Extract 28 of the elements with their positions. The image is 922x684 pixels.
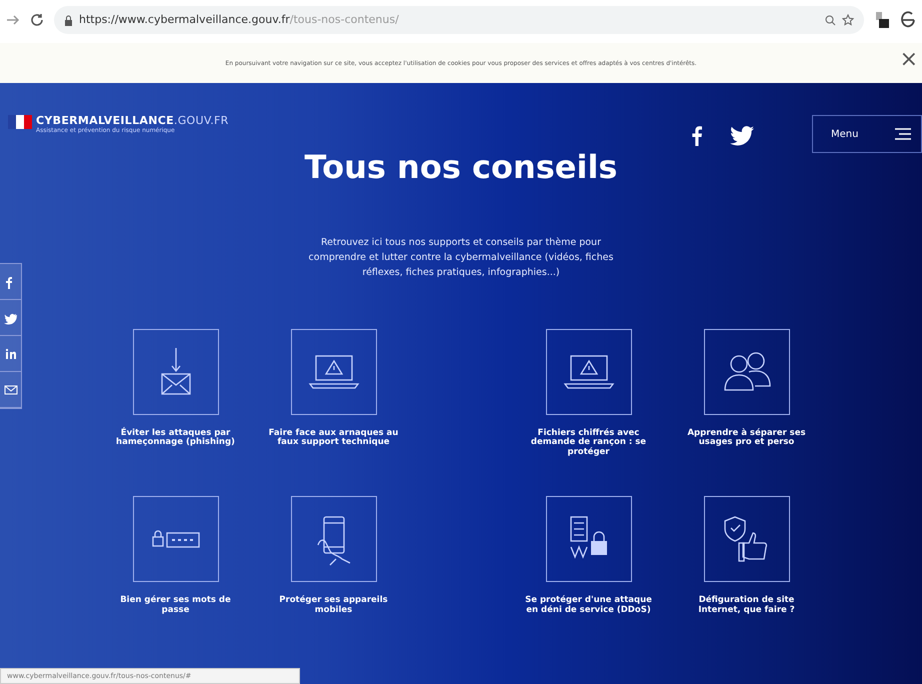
- advice-tile[interactable]: Défiguration de site Internet, que faire ?: [668, 496, 826, 616]
- advice-tile[interactable]: Fichiers chiffrés avec demande de rançon : se protéger: [510, 328, 668, 458]
- menu-button[interactable]: Menu: [812, 115, 922, 153]
- extension-icon[interactable]: [874, 11, 890, 29]
- menu-icon: [895, 128, 911, 140]
- close-button[interactable]: ×: [900, 49, 918, 71]
- linkedin-share-icon[interactable]: [4, 346, 18, 360]
- flag-logo-icon: [8, 115, 32, 129]
- reload-icon[interactable]: [30, 13, 44, 27]
- advice-tile[interactable]: Apprendre à séparer ses usages pro et perso: [668, 328, 826, 458]
- advice-tile[interactable]: Éviter les attaques par hameçonnage (phishing): [96, 328, 254, 458]
- advice-tile[interactable]: Bien gérer ses mots de passe: [96, 496, 254, 616]
- address-bar[interactable]: https://www.cybermalveillance.gouv.fr/tous-nos-contenus/: [54, 6, 864, 34]
- twitter-icon[interactable]: [730, 126, 754, 146]
- password-lock-icon: [152, 530, 200, 548]
- url-text: https://www.cybermalveillance.gouv.fr/tous-nos-contenus/: [79, 12, 399, 28]
- mail-share-icon[interactable]: [4, 382, 18, 396]
- zoom-icon[interactable]: [825, 14, 836, 26]
- logo-title: CYBERMALVEILLANCE.GOUV.FR: [36, 115, 229, 126]
- advice-tile[interactable]: Faire face aux arnaques au faux support technique: [254, 328, 412, 458]
- facebook-icon[interactable]: [692, 126, 702, 146]
- advice-tile[interactable]: Protéger ses appareils mobiles: [254, 496, 412, 616]
- bookmark-star-icon[interactable]: [842, 14, 854, 26]
- page-title: Tous nos conseils: [304, 148, 618, 186]
- intro-text: Retrouvez ici tous nos supports et conseils par thème pour comprendre et lutter contre la cybermalveillance (vidéos, fiches réflexes, fiches pratiques, infographies...): [308, 236, 614, 280]
- advice-tile[interactable]: Se protéger d'une attaque en déni de service (DDoS): [510, 496, 668, 616]
- lock-icon: [64, 14, 73, 26]
- forward-icon[interactable]: [6, 14, 20, 26]
